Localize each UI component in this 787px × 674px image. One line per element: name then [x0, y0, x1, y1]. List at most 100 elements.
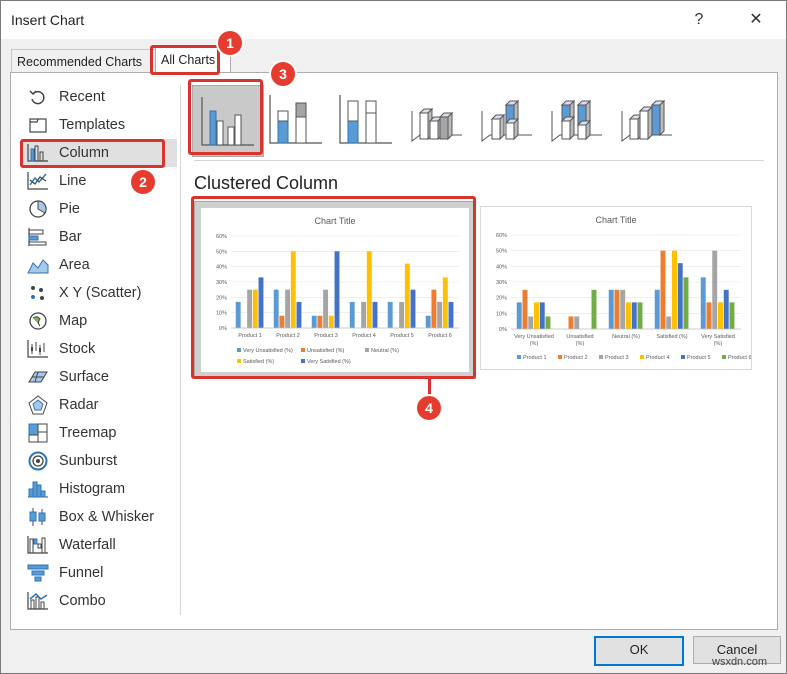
step-badge-1: 1 — [218, 31, 242, 55]
annotation-box-column — [20, 139, 165, 168]
chart-bar — [626, 302, 631, 329]
bar-chart-icon — [27, 226, 49, 248]
chart-type-area[interactable]: Area — [21, 251, 177, 279]
chart-bar — [539, 302, 545, 329]
sunburst-chart-icon — [27, 450, 49, 472]
chart-type-combo[interactable]: Combo — [21, 587, 177, 615]
legend-swatch — [517, 355, 521, 359]
scatter-chart-icon — [27, 282, 49, 304]
legend-swatch — [640, 355, 644, 359]
chart-type-label: Sunburst — [59, 453, 118, 469]
chart-bar — [516, 302, 522, 329]
chart-bar — [620, 289, 626, 329]
surface-chart-icon — [27, 366, 49, 388]
ok-button[interactable]: OK — [594, 636, 684, 666]
chart-bar — [666, 316, 672, 329]
chart-type-label: Treemap — [59, 425, 117, 441]
annotation-pointer — [428, 379, 431, 396]
annotation-box-preview — [191, 196, 476, 379]
chart-type-templates[interactable]: Templates — [21, 111, 177, 139]
chart-type-label: Radar — [59, 397, 99, 413]
legend-swatch — [722, 355, 726, 359]
chart-type-stock[interactable]: Stock — [21, 335, 177, 363]
annotation-box-all-charts — [150, 45, 220, 75]
watermark: wsxdn.com — [712, 656, 768, 668]
x-tick-label: Satisfied (%) — [656, 334, 687, 340]
chart-preview-by-rating[interactable]: Chart Title 0% 10% 20% 30% 40% 50% 60% Very Unsa… — [480, 206, 752, 370]
preview-chart-svg: Chart Title0%10%20%30%40%50%60%Very Unsa… — [481, 207, 751, 369]
legend-label: Product 5 — [687, 355, 711, 361]
chart-type-pie[interactable]: Pie — [21, 195, 177, 223]
chart-bar — [591, 289, 597, 329]
waterfall-chart-icon — [27, 534, 49, 556]
chart-type-map[interactable]: Map — [21, 307, 177, 335]
templates-icon — [27, 114, 49, 136]
3d-column-icon[interactable] — [612, 85, 680, 153]
chart-bar — [608, 289, 614, 329]
step-badge-3: 3 — [271, 62, 295, 86]
y-tick-label: 10% — [496, 311, 507, 317]
chart-type-scatter[interactable]: X Y (Scatter) — [21, 279, 177, 307]
100-stacked-column-icon[interactable] — [332, 85, 400, 153]
chart-area — [481, 207, 751, 369]
chart-type-histogram[interactable]: Histogram — [21, 475, 177, 503]
chart-type-label: Recent — [59, 89, 105, 105]
chart-bar — [614, 289, 620, 329]
area-chart-icon — [27, 254, 49, 276]
3d-100-stacked-column-icon[interactable] — [542, 85, 610, 153]
chart-type-waterfall[interactable]: Waterfall — [21, 531, 177, 559]
chart-type-label: Funnel — [59, 565, 104, 581]
histogram-chart-icon — [27, 478, 49, 500]
step-badge-4: 4 — [417, 396, 441, 420]
chart-type-treemap[interactable]: Treemap — [21, 419, 177, 447]
chart-type-sunburst[interactable]: Sunburst — [21, 447, 177, 475]
vertical-divider — [180, 85, 181, 615]
chart-bar — [545, 316, 551, 329]
chart-type-bar[interactable]: Bar — [21, 223, 177, 251]
stacked-column-icon[interactable] — [262, 85, 330, 153]
chart-type-label: Waterfall — [59, 537, 116, 553]
pie-chart-icon — [27, 198, 49, 220]
chart-type-radar[interactable]: Radar — [21, 391, 177, 419]
chart-bar — [522, 289, 528, 329]
chart-type-label: Combo — [59, 593, 106, 609]
box-whisker-chart-icon — [27, 506, 49, 528]
chart-bar — [700, 277, 706, 329]
chart-bar — [568, 316, 574, 329]
chart-bar — [534, 302, 539, 329]
y-tick-label: 30% — [496, 280, 507, 286]
recent-icon — [27, 86, 49, 108]
treemap-chart-icon — [27, 422, 49, 444]
chart-bar — [528, 316, 534, 329]
legend-label: Product 3 — [605, 355, 629, 361]
radar-chart-icon — [27, 394, 49, 416]
subtype-title: Clustered Column — [194, 173, 339, 193]
chart-bar — [631, 302, 637, 329]
3d-stacked-column-icon[interactable] — [472, 85, 540, 153]
y-tick-label: 50% — [496, 249, 507, 255]
y-tick-label: 20% — [496, 296, 507, 302]
x-tick-label: Neutral (%) — [612, 334, 640, 340]
chart-bar — [637, 302, 643, 329]
legend-label: Product 6 — [728, 355, 751, 361]
tab-recommended-charts[interactable]: Recommended Charts — [11, 49, 159, 74]
step-badge-2: 2 — [131, 170, 155, 194]
legend-swatch — [558, 355, 562, 359]
y-tick-label: 60% — [496, 233, 507, 239]
chart-type-recent[interactable]: Recent — [21, 83, 177, 111]
stock-chart-icon — [27, 338, 49, 360]
chart-type-surface[interactable]: Surface — [21, 363, 177, 391]
annotation-box-clustered-column — [188, 79, 263, 155]
legend-label: Product 2 — [564, 355, 588, 361]
help-button[interactable]: ? — [684, 7, 714, 33]
3d-clustered-column-icon[interactable] — [402, 85, 470, 153]
chart-type-box-whisker[interactable]: Box & Whisker — [21, 503, 177, 531]
chart-bar — [683, 277, 689, 329]
close-button[interactable]: ✕ — [741, 7, 771, 33]
chart-type-funnel[interactable]: Funnel — [21, 559, 177, 587]
chart-type-label: Histogram — [59, 481, 126, 497]
chart-type-label: Area — [59, 257, 90, 273]
chart-type-label: Surface — [59, 369, 109, 385]
chart-title: Chart Title — [595, 215, 636, 225]
chart-bar — [677, 263, 683, 329]
